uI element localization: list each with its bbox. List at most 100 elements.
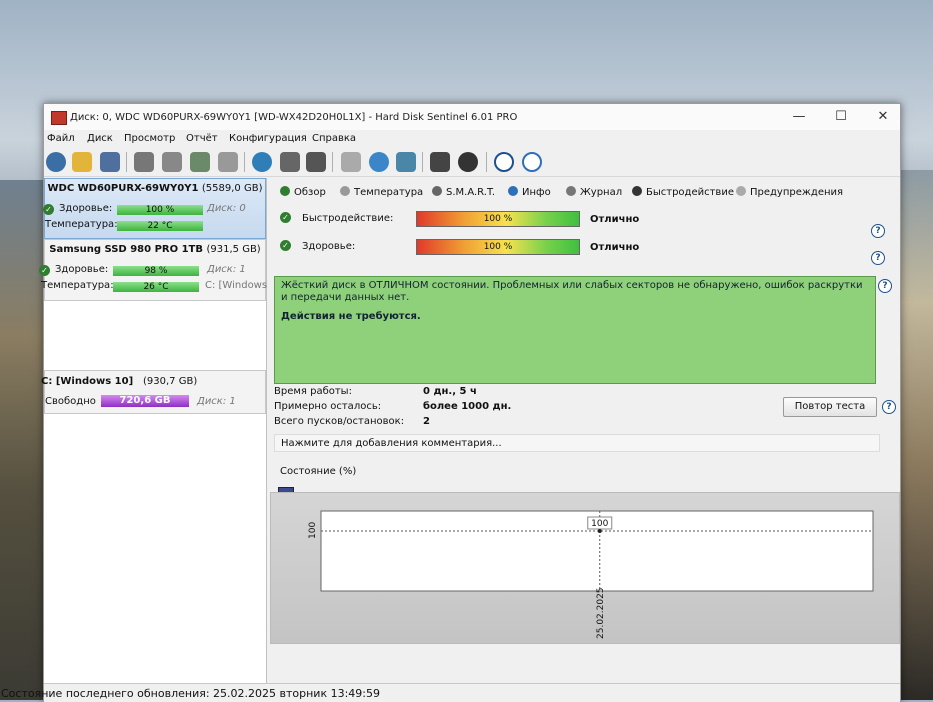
speedometer-icon	[632, 186, 642, 196]
menu-file[interactable]: Файл	[47, 133, 75, 144]
menu-help[interactable]: Справка	[312, 133, 356, 144]
tab-temperature[interactable]: Температура	[340, 186, 423, 198]
chart-icon[interactable]	[430, 152, 450, 172]
toolbar-separator	[486, 152, 487, 172]
status-bar: Состояние последнего обновления: 25.02.2…	[1, 683, 900, 702]
uptime-value: 0 дн., 5 ч	[423, 386, 477, 397]
disk-size: (931,5 GB)	[206, 244, 261, 255]
tab-smart[interactable]: S.M.A.R.T.	[432, 186, 495, 198]
disk-title: WDC WD60PURX-69WY0Y1 (5589,0 GB)	[45, 183, 265, 194]
health-bar: 100 %	[416, 239, 580, 255]
disk-index: Диск: 1	[207, 264, 246, 275]
disk-test-icon[interactable]	[162, 152, 182, 172]
health-rating: Отлично	[590, 242, 640, 253]
surface-test-icon[interactable]	[134, 152, 154, 172]
network-icon[interactable]	[252, 152, 272, 172]
toolbar	[44, 148, 900, 177]
retest-button[interactable]: Повтор теста	[783, 397, 877, 417]
check-icon: ✓	[280, 212, 291, 223]
title-bar[interactable]: Диск: 0, WDC WD60PURX-69WY0Y1 [WD-WX42D2…	[44, 104, 900, 130]
refresh-icon[interactable]	[46, 152, 66, 172]
volume-item[interactable]: C: [Windows 10] (930,7 GB) Свободно 720,…	[41, 370, 266, 414]
log-icon	[566, 186, 576, 196]
help-icon[interactable]: ?	[871, 224, 885, 238]
server-icon[interactable]	[306, 152, 326, 172]
temperature-bar: 22 °C	[117, 221, 203, 231]
menu-configuration[interactable]: Конфигурация	[229, 133, 307, 144]
health-label: Здоровье:	[302, 241, 356, 252]
toolbar-separator	[244, 152, 245, 172]
cloud-icon[interactable]	[396, 152, 416, 172]
menu-report[interactable]: Отчёт	[186, 133, 218, 144]
check-icon: ✓	[39, 265, 50, 276]
report-icon[interactable]	[341, 152, 361, 172]
volume-hint: C: [Windows	[205, 280, 268, 291]
temperature-label: Температура:	[45, 219, 118, 230]
tab-log[interactable]: Журнал	[566, 186, 622, 198]
tab-overview[interactable]: Обзор	[280, 186, 326, 198]
disk-tools-icon[interactable]	[218, 152, 238, 172]
check-icon: ✓	[43, 204, 54, 215]
menu-view[interactable]: Просмотр	[124, 133, 175, 144]
check-icon	[280, 186, 290, 196]
health-row: ✓ Здоровье: 100 % Диск: 0	[43, 203, 265, 216]
status-text: Состояние последнего обновления: 25.02.2…	[1, 687, 381, 700]
menu-disk[interactable]: Диск	[87, 133, 113, 144]
comment-field[interactable]: Нажмите для добавления комментария...	[274, 434, 880, 452]
starts-value: 2	[423, 416, 430, 427]
tab-info[interactable]: Инфо	[508, 186, 551, 198]
health-bar: 98 %	[113, 266, 199, 276]
sync-icon[interactable]	[369, 152, 389, 172]
close-button[interactable]: ✕	[870, 108, 896, 126]
health-label: Здоровье:	[55, 264, 109, 275]
toolbar-separator	[332, 152, 333, 172]
check-icon: ✓	[280, 240, 291, 251]
free-space-bar: 720,6 GB	[101, 395, 189, 407]
tab-performance[interactable]: Быстродействие	[632, 186, 734, 198]
window-title: Диск: 0, WDC WD60PURX-69WY0Y1 [WD-WX42D2…	[70, 112, 518, 123]
disk-item[interactable]: Samsung SSD 980 PRO 1TB (931,5 GB) ✓ Здо…	[39, 239, 268, 301]
alert-icon[interactable]	[72, 152, 92, 172]
temperature-row: Температура: 26 °C C: [Windows	[41, 280, 268, 293]
info-icon	[508, 186, 518, 196]
help-icon[interactable]: ?	[871, 251, 885, 265]
starts-label: Всего пусков/остановок:	[274, 416, 405, 427]
x-tick-label: 25.02.2025	[596, 587, 606, 639]
tab-alerts[interactable]: Предупреждения	[736, 186, 843, 198]
disk-size: (5589,0 GB)	[201, 183, 263, 194]
disk-item[interactable]: WDC WD60PURX-69WY0Y1 (5589,0 GB) ✓ Здоро…	[43, 178, 266, 239]
temperature-row: Температура: 22 °C	[45, 219, 265, 232]
help-icon[interactable]: ?	[882, 400, 896, 414]
app-icon	[51, 111, 67, 125]
drive-icon[interactable]	[280, 152, 300, 172]
disk-icon[interactable]	[100, 152, 120, 172]
details-panel: Обзор Температура S.M.A.R.T. Инфо Журнал…	[270, 178, 900, 683]
performance-bar: 100 %	[416, 211, 580, 227]
help-icon[interactable]	[494, 152, 514, 172]
action-message: Действия не требуются.	[281, 311, 421, 322]
disk-index: Диск: 0	[207, 203, 246, 214]
maximize-button[interactable]: ☐	[828, 108, 854, 126]
uptime-label: Время работы:	[274, 386, 352, 397]
point-label: 100	[591, 519, 608, 529]
data-point	[597, 529, 602, 533]
minimize-button[interactable]: —	[786, 108, 812, 126]
free-space-label: Свободно	[45, 396, 96, 407]
disk-ok-icon[interactable]	[190, 152, 210, 172]
disk-model: WDC WD60PURX-69WY0Y1	[47, 183, 199, 194]
toolbar-separator	[126, 152, 127, 172]
status-message: Жёсткий диск в ОТЛИЧНОМ состоянии. Пробл…	[281, 280, 863, 303]
info-icon[interactable]	[522, 152, 542, 172]
help-icon[interactable]: ?	[878, 279, 892, 293]
temperature-label: Температура:	[41, 280, 114, 291]
remaining-value: более 1000 дн.	[423, 401, 512, 412]
status-message-box[interactable]: Жёсткий диск в ОТЛИЧНОМ состоянии. Пробл…	[274, 276, 876, 384]
remaining-label: Примерно осталось:	[274, 401, 382, 412]
volume-name: C: [Windows 10]	[41, 376, 134, 387]
health-label: Здоровье:	[59, 203, 113, 214]
y-tick-label: 100	[308, 522, 318, 539]
speaker-icon[interactable]	[458, 152, 478, 172]
performance-rating: Отлично	[590, 214, 640, 225]
thermometer-icon	[340, 186, 350, 196]
health-row: ✓ Здоровье: 98 % Диск: 1	[39, 264, 265, 277]
